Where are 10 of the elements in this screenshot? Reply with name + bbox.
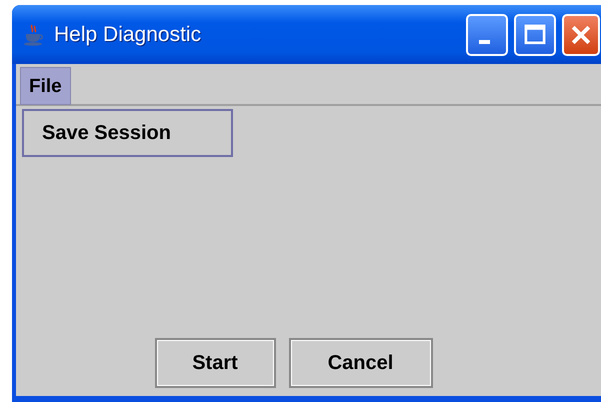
coffee-cup-icon xyxy=(22,22,46,46)
window-title: Help Diagnostic xyxy=(54,22,202,46)
close-button[interactable] xyxy=(562,14,600,56)
menu-entry[interactable]: Save Session xyxy=(24,111,231,156)
dialog-button[interactable]: Cancel xyxy=(288,338,432,388)
minimize-button[interactable] xyxy=(466,14,508,56)
dialog-button[interactable]: Start xyxy=(154,338,276,388)
minimize-icon xyxy=(478,40,490,44)
maximize-button[interactable] xyxy=(514,14,556,56)
menu-item[interactable]: File xyxy=(20,67,71,105)
